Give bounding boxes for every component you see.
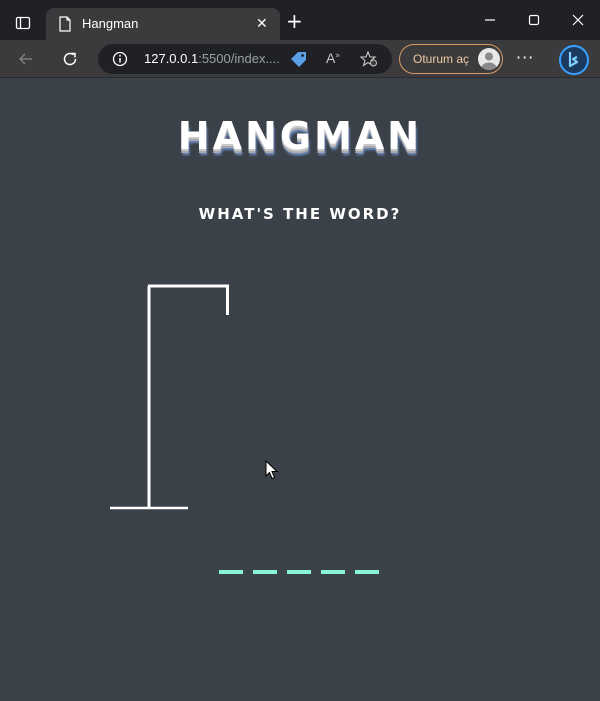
letter-slot — [287, 570, 311, 574]
url-text[interactable]: 127.0.0.1:5500/index.... — [144, 51, 280, 66]
tab-title: Hangman — [82, 16, 139, 31]
new-tab-button[interactable]: + — [286, 11, 303, 31]
avatar-icon — [478, 48, 500, 70]
coupon-tag-icon[interactable] — [290, 51, 308, 67]
minimize-icon — [485, 19, 495, 21]
letter-slot — [219, 570, 243, 574]
document-icon — [59, 16, 71, 32]
gallows-drawing — [110, 284, 229, 510]
letter-slot — [253, 570, 277, 574]
signin-button[interactable]: Oturum aç — [399, 44, 503, 74]
letter-slot — [321, 570, 345, 574]
url-path: :5500/index.... — [198, 51, 280, 66]
address-bar[interactable]: 127.0.0.1:5500/index.... A» — [98, 44, 392, 74]
minimize-button[interactable] — [480, 10, 500, 30]
bing-copilot-icon[interactable] — [558, 44, 590, 76]
more-icon[interactable]: ··· — [516, 48, 534, 67]
read-aloud-button[interactable]: A» — [326, 50, 340, 66]
browser-toolbar: 127.0.0.1:5500/index.... A» Oturum aç ··… — [0, 40, 600, 78]
sidebar-tabs-icon — [15, 16, 31, 30]
reload-icon[interactable] — [60, 49, 80, 69]
game-subtitle: WHAT'S THE WORD? — [198, 205, 402, 223]
browser-titlebar: Hangman ✕ + — [0, 0, 600, 40]
letter-slot — [355, 570, 379, 574]
url-host: 127.0.0.1 — [144, 51, 199, 66]
game-title: HANGMAN — [177, 114, 423, 158]
window-close-icon — [572, 14, 584, 26]
maximize-button[interactable] — [524, 10, 544, 30]
back-arrow-icon[interactable] — [16, 49, 36, 69]
tab-actions-button[interactable] — [8, 10, 38, 36]
maximize-icon — [528, 14, 540, 26]
signin-label: Oturum aç — [413, 52, 470, 66]
close-tab-button[interactable]: ✕ — [256, 16, 268, 32]
page-content: HANGMAN WHAT'S THE WORD? — [0, 78, 600, 701]
info-icon[interactable] — [112, 51, 128, 67]
word-slots — [219, 570, 379, 574]
mouse-cursor-icon — [265, 460, 279, 480]
window-close-button[interactable] — [568, 10, 588, 30]
tab-hangman[interactable]: Hangman ✕ — [46, 8, 280, 40]
favorite-icon[interactable] — [360, 51, 378, 67]
read-aloud-icon: A — [326, 50, 336, 66]
